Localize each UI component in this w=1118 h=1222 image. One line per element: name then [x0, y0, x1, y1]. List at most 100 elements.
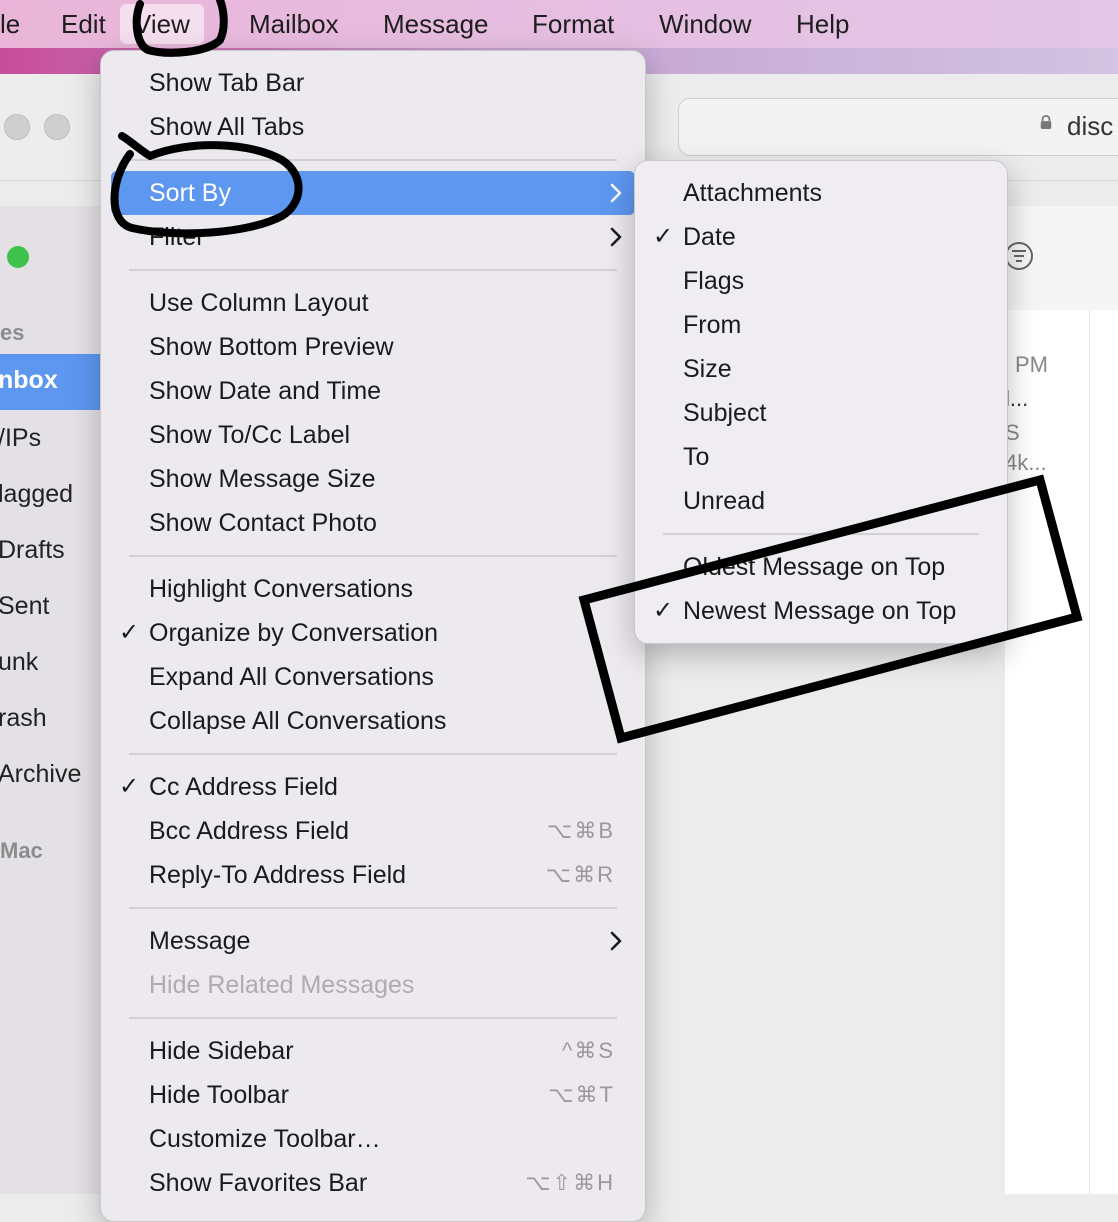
menu-item-use-column-layout[interactable]: Use Column Layout	[111, 281, 635, 325]
sort-item-to[interactable]: To	[645, 435, 997, 479]
menu-item-organize-by-conversation[interactable]: ✓ Organize by Conversation	[111, 611, 635, 655]
keyboard-shortcut: ^⌘S	[562, 1038, 615, 1063]
preview-line-2: 4k...	[1005, 450, 1047, 475]
menu-item-bcc-address-field[interactable]: Bcc Address Field ⌥⌘B	[111, 809, 635, 853]
menu-help[interactable]: Help	[796, 8, 849, 40]
menu-item-label: Show Date and Time	[149, 377, 382, 405]
menu-item-cc-address-field[interactable]: ✓ Cc Address Field	[111, 765, 635, 809]
menu-view[interactable]: View	[120, 4, 204, 44]
sort-item-date[interactable]: ✓ Date	[645, 215, 997, 259]
menu-item-sort-by[interactable]: Sort By	[111, 171, 635, 215]
menu-item-label: Organize by Conversation	[149, 619, 439, 647]
chevron-right-icon	[610, 183, 622, 203]
menu-item-label: Expand All Conversations	[149, 663, 434, 691]
menu-item-expand-all-conversations[interactable]: Expand All Conversations	[111, 655, 635, 699]
menu-item-hide-toolbar[interactable]: Hide Toolbar ⌥⌘T	[111, 1073, 635, 1117]
view-menu: Show Tab Bar Show All Tabs Sort By Filter Us…	[100, 50, 646, 1222]
menu-item-label: Hide Toolbar	[149, 1081, 289, 1109]
address-domain: disc	[1067, 111, 1114, 141]
checkmark-icon: ✓	[119, 773, 140, 800]
menu-item-filter[interactable]: Filter	[111, 215, 635, 259]
menu-item-customize-toolbar[interactable]: Customize Toolbar…	[111, 1117, 635, 1161]
sort-item-label: Newest Message on Top	[683, 597, 957, 625]
menu-item-label: Cc Address Field	[149, 773, 338, 801]
sort-item-from[interactable]: From	[645, 303, 997, 347]
menu-item-show-contact-photo[interactable]: Show Contact Photo	[111, 501, 635, 545]
menu-item-collapse-all-conversations[interactable]: Collapse All Conversations	[111, 699, 635, 743]
menu-message[interactable]: Message	[383, 8, 489, 40]
sort-item-label: To	[683, 443, 710, 471]
menu-mailbox[interactable]: Mailbox	[249, 8, 339, 40]
lock-icon	[1040, 115, 1052, 129]
menu-edit[interactable]: Edit	[61, 8, 106, 40]
menu-separator	[129, 159, 617, 161]
checkmark-icon: ✓	[653, 597, 674, 624]
sidebar-item-trash[interactable]: rash	[0, 704, 47, 733]
menu-item-label: Sort By	[149, 179, 231, 207]
sort-item-label: Size	[683, 355, 732, 383]
menu-item-show-favorites-bar[interactable]: Show Favorites Bar ⌥⇧⌘H	[111, 1161, 635, 1205]
sort-item-label: Date	[683, 223, 736, 251]
menu-item-show-message-size[interactable]: Show Message Size	[111, 457, 635, 501]
menu-item-highlight-conversations[interactable]: Highlight Conversations	[111, 567, 635, 611]
sort-item-label: Flags	[683, 267, 745, 295]
menu-item-label: Message	[149, 927, 251, 955]
checkmark-icon: ✓	[653, 223, 674, 250]
sort-item-size[interactable]: Size	[645, 347, 997, 391]
column-divider	[1089, 310, 1090, 1194]
menu-separator	[129, 753, 617, 755]
menu-item-label: Filter	[149, 223, 205, 251]
sidebar-item-drafts[interactable]: Drafts	[0, 536, 65, 565]
menu-item-label: Show Contact Photo	[149, 509, 377, 537]
sort-item-label: Unread	[683, 487, 765, 515]
checkmark-icon: ✓	[119, 619, 140, 646]
menu-item-label: Reply-To Address Field	[149, 861, 407, 889]
menu-bar: le Edit View Mailbox Message Format Wind…	[0, 0, 1118, 48]
menu-file[interactable]: le	[0, 8, 20, 40]
sidebar-item-vips[interactable]: /IPs	[0, 424, 41, 453]
sort-item-subject[interactable]: Subject	[645, 391, 997, 435]
address-bar[interactable]: disc	[678, 98, 1118, 156]
preview-subject: l...	[1005, 386, 1029, 411]
menu-item-show-bottom-preview[interactable]: Show Bottom Preview	[111, 325, 635, 369]
sidebar-header: es	[0, 320, 25, 345]
sidebar-item-inbox[interactable]: nbox	[0, 366, 58, 395]
menu-item-label: Hide Related Messages	[149, 971, 415, 999]
menu-item-message[interactable]: Message	[111, 919, 635, 963]
keyboard-shortcut: ⌥⇧⌘H	[525, 1170, 615, 1195]
sidebar-item-junk[interactable]: unk	[0, 648, 38, 677]
menu-item-show-all-tabs[interactable]: Show All Tabs	[111, 105, 635, 149]
menu-item-show-date-and-time[interactable]: Show Date and Time	[111, 369, 635, 413]
status-indicator	[7, 246, 29, 268]
menu-item-show-tab-bar[interactable]: Show Tab Bar	[111, 61, 635, 105]
keyboard-shortcut: ⌥⌘T	[548, 1082, 615, 1107]
menu-separator	[663, 533, 979, 535]
sidebar-item-flagged[interactable]: lagged	[0, 480, 73, 509]
menu-item-label: Highlight Conversations	[149, 575, 414, 603]
keyboard-shortcut: ⌥⌘B	[546, 818, 615, 843]
sidebar-item-archive[interactable]: Archive	[0, 760, 81, 789]
menu-item-label: Show Message Size	[149, 465, 376, 493]
zoom-button[interactable]	[44, 114, 70, 140]
menu-item-reply-to-address-field[interactable]: Reply-To Address Field ⌥⌘R	[111, 853, 635, 897]
sort-item-newest-message-on-top[interactable]: ✓ Newest Message on Top	[645, 589, 997, 633]
menu-item-label: Use Column Layout	[149, 289, 369, 317]
menu-item-hide-sidebar[interactable]: Hide Sidebar ^⌘S	[111, 1029, 635, 1073]
minimize-button[interactable]	[4, 114, 30, 140]
menu-item-show-to-cc-label[interactable]: Show To/Cc Label	[111, 413, 635, 457]
menu-item-label: Show Tab Bar	[149, 69, 305, 97]
menu-window[interactable]: Window	[659, 8, 751, 40]
menu-item-label: Bcc Address Field	[149, 817, 350, 845]
filter-icon[interactable]	[1005, 240, 1037, 272]
sort-item-label: Attachments	[683, 179, 822, 207]
sort-item-label: Oldest Message on Top	[683, 553, 946, 581]
sort-item-unread[interactable]: Unread	[645, 479, 997, 523]
sort-item-attachments[interactable]: Attachments	[645, 171, 997, 215]
sort-item-flags[interactable]: Flags	[645, 259, 997, 303]
menu-item-label: Collapse All Conversations	[149, 707, 447, 735]
menu-format[interactable]: Format	[532, 8, 614, 40]
menu-item-label: Show To/Cc Label	[149, 421, 351, 449]
preview-time: PM	[1015, 352, 1048, 377]
sidebar-item-sent[interactable]: Sent	[0, 592, 49, 621]
sort-item-oldest-message-on-top[interactable]: Oldest Message on Top	[645, 545, 997, 589]
